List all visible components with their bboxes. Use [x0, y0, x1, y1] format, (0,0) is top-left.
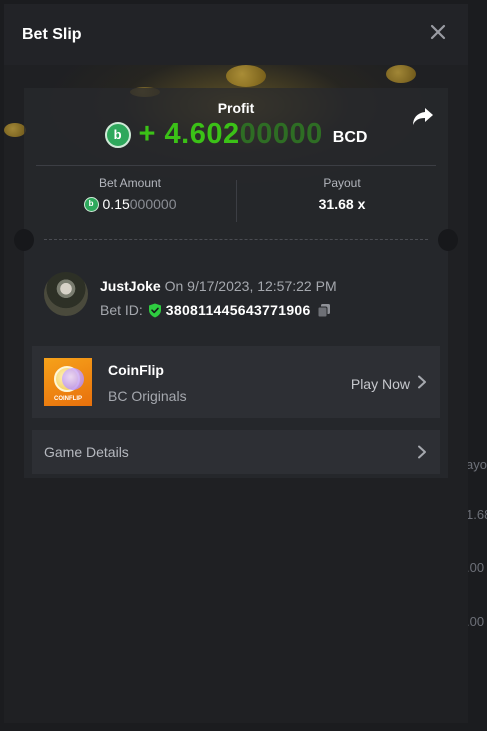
- user-line: JustJoke On 9/17/2023, 12:57:22 PM: [100, 278, 337, 294]
- bet-amount-stat: Bet Amount b 0.15 000000: [24, 176, 236, 212]
- bet-id-line: Bet ID: 380811445643771906: [100, 302, 331, 318]
- bcd-coin-icon: b: [104, 121, 131, 148]
- decorative-coin: [386, 65, 416, 83]
- game-thumbnail: COINFLIP: [44, 358, 92, 406]
- background-text: 1.68: [466, 507, 487, 522]
- shield-check-icon: [148, 303, 161, 317]
- bet-card: Profit b + 4.60200000 BCD Bet Amount b 0…: [14, 88, 458, 478]
- share-icon[interactable]: [412, 106, 434, 126]
- avatar[interactable]: [44, 272, 88, 316]
- game-details-row[interactable]: Game Details: [32, 430, 440, 474]
- profit-row: b + 4.60200000 BCD: [24, 118, 448, 151]
- chevron-right-icon: [418, 445, 426, 459]
- background-text: .00: [466, 560, 485, 575]
- profit-label: Profit: [217, 100, 255, 116]
- bet-amount-value: b 0.15 000000: [24, 196, 236, 212]
- ticket-notch: [438, 229, 458, 251]
- ticket-notch: [14, 229, 34, 251]
- profit-currency: BCD: [332, 128, 368, 146]
- payout-label: Payout: [323, 176, 361, 190]
- background-text: .00: [466, 614, 485, 629]
- game-details-label: Game Details: [44, 444, 129, 460]
- bet-id-value: 380811445643771906: [165, 302, 311, 318]
- play-now-link[interactable]: Play Now: [351, 376, 410, 392]
- modal-header: Bet Slip: [4, 4, 468, 65]
- profit-amount: + 4.60200000: [139, 118, 323, 151]
- bet-id-label: Bet ID:: [100, 302, 143, 318]
- payout-value: 31.68 x: [318, 196, 366, 212]
- profit-sign: +: [138, 118, 156, 150]
- decorative-coin: [4, 123, 26, 137]
- bet-amount-faded: 000000: [129, 196, 177, 212]
- game-provider: BC Originals: [108, 388, 187, 404]
- bcd-coin-icon: b: [83, 196, 99, 212]
- game-thumbnail-label: COINFLIP: [54, 396, 82, 402]
- payout-stat: Payout 31.68 x: [236, 176, 448, 212]
- background-text: ayo: [466, 457, 487, 472]
- game-name: CoinFlip: [108, 362, 164, 378]
- game-row[interactable]: COINFLIP CoinFlip BC Originals Play Now: [32, 346, 440, 418]
- bet-slip-modal: Bet Slip Profit b + 4.60200000 BCD Bet A…: [4, 4, 468, 723]
- dashed-separator: [44, 239, 428, 240]
- divider: [36, 165, 436, 166]
- decorative-coin: [226, 65, 266, 87]
- bet-timestamp: On 9/17/2023, 12:57:22 PM: [164, 278, 337, 294]
- chevron-right-icon: [418, 375, 426, 389]
- bet-amount-main: 0.15: [102, 196, 130, 212]
- modal-title: Bet Slip: [22, 26, 82, 43]
- username[interactable]: JustJoke: [100, 278, 161, 294]
- bet-amount-label: Bet Amount: [98, 176, 162, 190]
- profit-amount-faded: 00000: [239, 118, 323, 150]
- profit-amount-main: 4.602: [164, 118, 240, 150]
- close-icon[interactable]: [428, 22, 448, 42]
- coin-graphic: [62, 368, 84, 390]
- copy-icon[interactable]: [317, 303, 331, 318]
